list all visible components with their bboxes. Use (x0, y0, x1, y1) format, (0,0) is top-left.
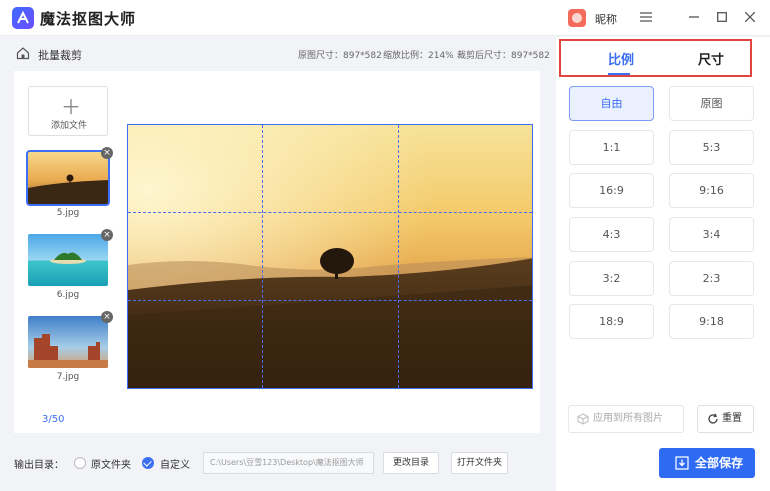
ratio-1-1-button[interactable]: 1:1 (569, 130, 654, 165)
change-dir-button[interactable]: 更改目录 (383, 452, 439, 474)
editor-toolbar: 批量裁剪 原图尺寸：897*582 缩放比例：214% 裁剪后尺寸：897*58… (0, 37, 556, 71)
cropped-size-text: 裁剪后尺寸：897*582 (457, 51, 550, 61)
page-count: 3/50 (42, 414, 65, 425)
apply-all-button[interactable]: 应用到所有图片 (568, 405, 684, 433)
island-thumbnail (28, 234, 108, 286)
output-dir-label: 输出目录： (14, 460, 64, 471)
ratio-3-2-button[interactable]: 3:2 (569, 261, 654, 296)
file-name: 7.jpg (56, 372, 80, 382)
menu-icon[interactable] (634, 6, 658, 30)
ratio-4-3-button[interactable]: 4:3 (569, 217, 654, 252)
user-avatar[interactable] (568, 9, 586, 27)
remove-file-icon[interactable]: × (101, 229, 113, 241)
file-name: 6.jpg (56, 290, 80, 300)
tab-ratio[interactable]: 比例 (608, 49, 634, 68)
refresh-icon (708, 413, 718, 424)
add-file-label: 添加文件 (50, 121, 87, 131)
zoom-text: 缩放比例：214% (383, 51, 454, 61)
file-thumb[interactable]: × (26, 147, 113, 206)
remove-file-icon[interactable]: × (101, 147, 113, 159)
image-canvas: ＋ 添加文件 × 5.jpg × 6.jpg × 7.jpg 3/50 (14, 71, 540, 433)
crop-area[interactable] (127, 124, 533, 389)
file-thumb[interactable]: × (28, 229, 113, 286)
tab-bar: 比例 尺寸 (559, 39, 752, 77)
minimize-icon[interactable] (682, 6, 706, 30)
user-nickname[interactable]: 昵称 (595, 11, 617, 27)
radio-custom-folder[interactable] (142, 457, 154, 469)
open-folder-button[interactable]: 打开文件夹 (451, 452, 508, 474)
download-icon (675, 456, 689, 470)
ratio-3-4-button[interactable]: 3:4 (669, 217, 754, 252)
remove-file-icon[interactable]: × (101, 311, 113, 323)
output-path-field[interactable]: C:\Users\豆雪123\Desktop\魔法抠图大师 (203, 452, 374, 474)
file-name: 5.jpg (56, 208, 80, 218)
plus-icon: ＋ (61, 95, 81, 119)
app-title: 魔法抠图大师 (40, 10, 137, 28)
original-size-text: 原图尺寸：897*582 (298, 51, 382, 61)
output-bar: 输出目录： 原文件夹 自定义 C:\Users\豆雪123\Desktop\魔法… (0, 444, 556, 484)
add-file-button[interactable]: ＋ 添加文件 (28, 86, 108, 136)
reset-button[interactable]: 重置 (697, 405, 754, 433)
save-all-button[interactable]: 全部保存 (659, 448, 755, 478)
option-original-folder-label[interactable]: 原文件夹 (91, 456, 131, 471)
sunset-image (128, 125, 532, 388)
ratio-9-16-button[interactable]: 9:16 (669, 173, 754, 208)
desert-thumbnail (28, 316, 108, 368)
radio-original-folder[interactable] (74, 457, 86, 469)
ratio-16-9-button[interactable]: 16:9 (569, 173, 654, 208)
ratio-2-3-button[interactable]: 2:3 (669, 261, 754, 296)
file-thumb[interactable]: × (28, 311, 113, 368)
save-all-label: 全部保存 (695, 456, 744, 470)
active-tab-indicator (608, 73, 630, 75)
title-bar: 魔法抠图大师 昵称 (0, 0, 770, 36)
ratio-18-9-button[interactable]: 18:9 (569, 304, 654, 339)
apply-all-label: 应用到所有图片 (593, 413, 663, 424)
settings-panel: 比例 尺寸 自由 原图 1:1 5:3 16:9 9:16 4:3 3:4 3:… (556, 37, 770, 491)
option-custom-folder-label[interactable]: 自定义 (160, 456, 190, 471)
reset-label: 重置 (722, 413, 742, 424)
app-logo-icon (12, 7, 34, 29)
tab-size[interactable]: 尺寸 (698, 49, 724, 68)
home-icon[interactable] (16, 46, 30, 63)
breadcrumb: 批量裁剪 (38, 49, 82, 62)
cube-icon (577, 413, 589, 425)
ratio-5-3-button[interactable]: 5:3 (669, 130, 754, 165)
maximize-icon[interactable] (710, 6, 734, 30)
editor-area: 批量裁剪 原图尺寸：897*582 缩放比例：214% 裁剪后尺寸：897*58… (0, 37, 556, 491)
ratio-9-18-button[interactable]: 9:18 (669, 304, 754, 339)
close-icon[interactable] (738, 6, 762, 30)
ratio-original-button[interactable]: 原图 (669, 86, 754, 121)
ratio-free-button[interactable]: 自由 (569, 86, 654, 121)
sunset-thumbnail (26, 150, 110, 206)
